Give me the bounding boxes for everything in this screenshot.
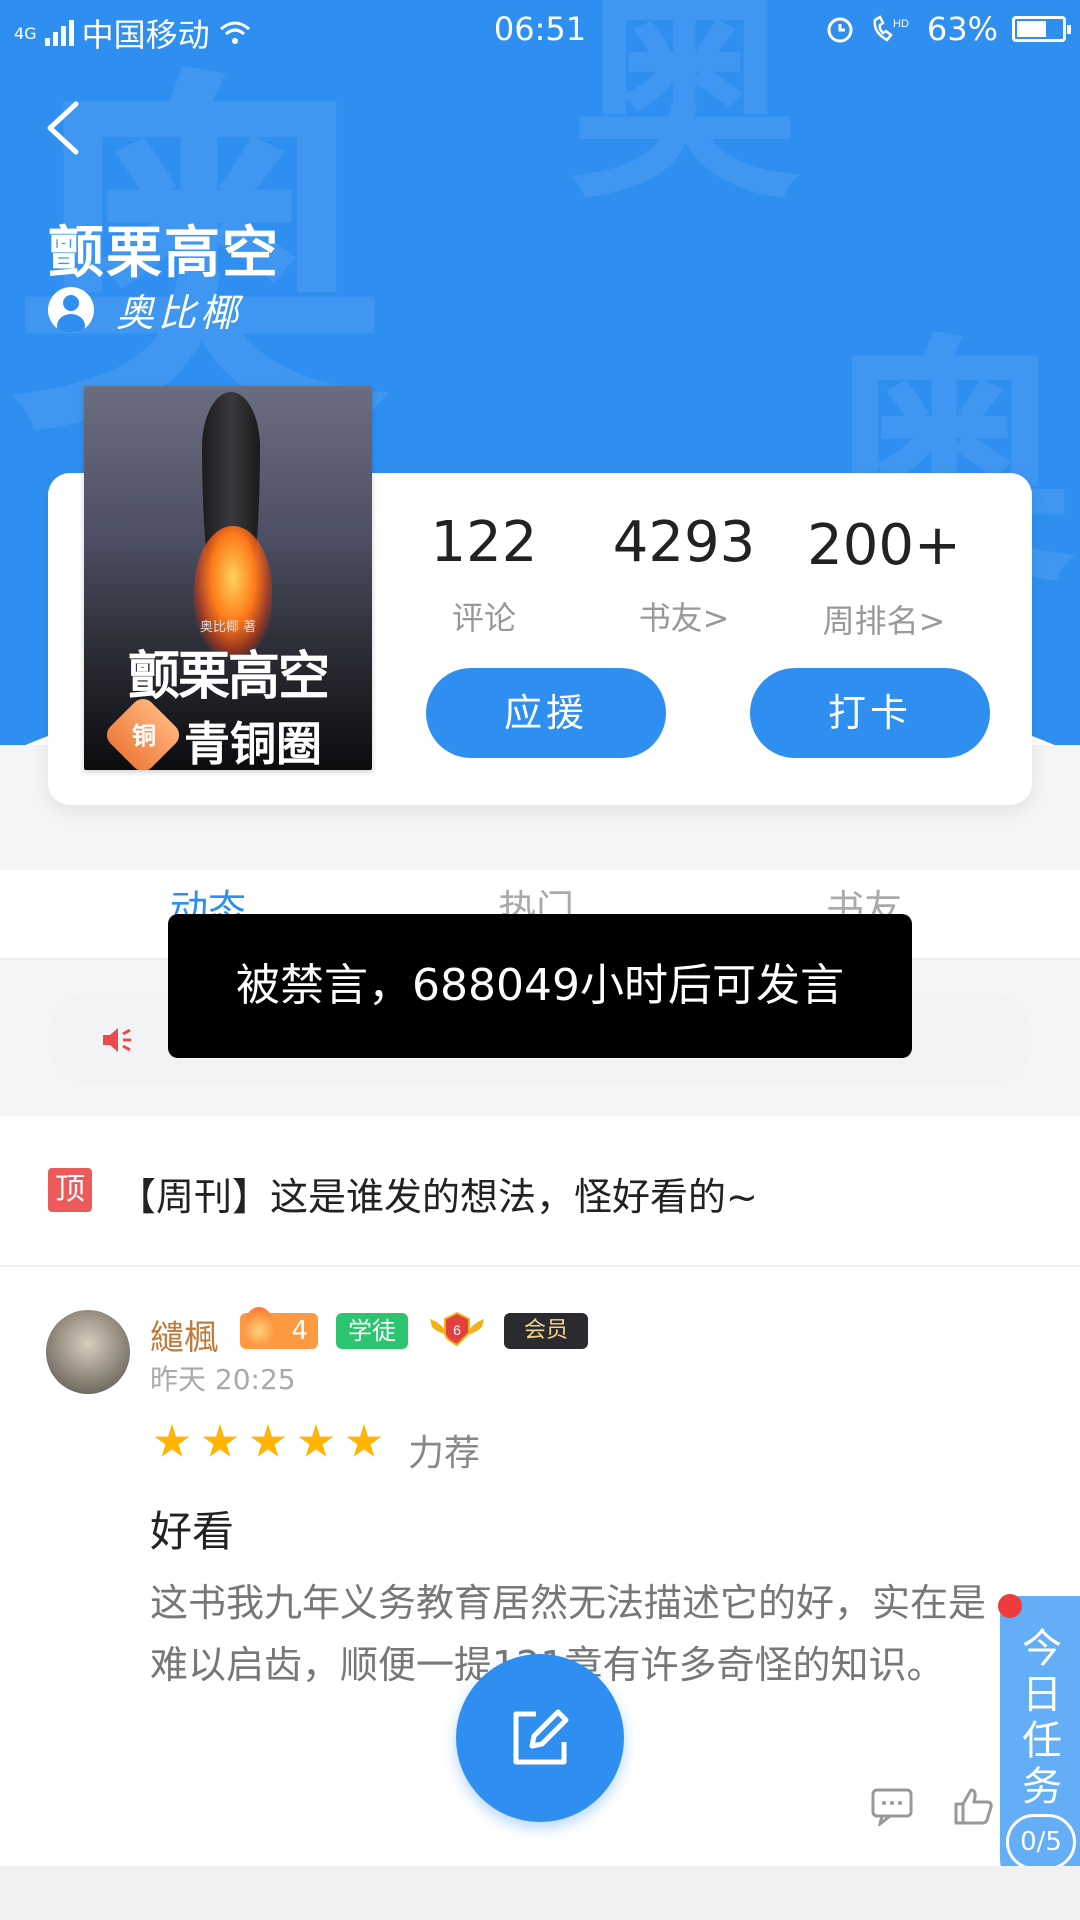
star-icon xyxy=(250,1424,286,1457)
battery-icon xyxy=(1012,16,1071,42)
like-icon[interactable] xyxy=(952,1786,996,1826)
bronze-badge-label: 铜 xyxy=(132,722,156,750)
comment-icon[interactable] xyxy=(870,1786,914,1826)
star-icon xyxy=(298,1424,334,1457)
cover-byline: 奥比椰 著 xyxy=(199,620,257,635)
toast-message: 被禁言，688049小时后可发言 xyxy=(168,914,912,1058)
book-title: 颤栗高空 xyxy=(48,221,280,286)
daily-task-label: 今日任务 xyxy=(1022,1626,1062,1810)
divider xyxy=(0,1265,1080,1267)
stat-comments[interactable]: 122 评论 xyxy=(384,515,584,639)
star-icon xyxy=(202,1424,238,1457)
stat-value: 200+ xyxy=(807,513,961,578)
fire-level-badge: 4 xyxy=(240,1307,318,1349)
battery-percent: 63% xyxy=(926,10,998,48)
checkin-button[interactable]: 打卡 xyxy=(750,668,990,758)
stat-label: 评论 xyxy=(451,599,516,637)
book-cover[interactable]: 奥比椰 著 颤栗高空 铜 青铜圈 xyxy=(84,386,372,770)
circle-label: 青铜圈 xyxy=(184,717,322,770)
rating-stars xyxy=(154,1424,382,1460)
author-avatar-icon xyxy=(48,286,94,333)
support-button[interactable]: 应援 xyxy=(426,668,666,758)
star-icon xyxy=(346,1424,382,1457)
hd-call-icon: HD xyxy=(873,15,909,42)
pinned-post-title[interactable]: 【周刊】这是谁发的想法，怪好看的~ xyxy=(118,1166,758,1221)
stat-label: 周排名> xyxy=(822,602,946,640)
role-badge: 学徒 xyxy=(336,1313,408,1349)
comment-username[interactable]: 繾楓 xyxy=(150,1310,218,1359)
bottom-spacer xyxy=(0,1866,1080,1920)
comment-title: 好看 xyxy=(150,1507,235,1556)
svg-text:HD: HD xyxy=(893,18,909,30)
rank-level: 6 xyxy=(453,1322,461,1338)
comment-time: 昨天 20:25 xyxy=(150,1363,296,1396)
avatar[interactable] xyxy=(46,1310,130,1394)
stat-label: 书友> xyxy=(638,599,730,637)
back-arrow-icon[interactable] xyxy=(40,98,88,158)
rating-label: 力荐 xyxy=(408,1433,481,1474)
vip-badge: 会员 xyxy=(504,1313,588,1349)
stat-value: 122 xyxy=(430,510,538,575)
stat-value: 4293 xyxy=(612,510,756,575)
notification-dot xyxy=(998,1594,1022,1618)
stat-weekly-rank[interactable]: 200+ 周排名> xyxy=(784,518,984,642)
daily-task-progress: 0/5 xyxy=(1006,1814,1076,1870)
status-bar: 4G 中国移动 06:51 HD 63% xyxy=(0,0,1080,58)
stat-readers[interactable]: 4293 书友> xyxy=(584,515,784,639)
cover-title: 颤栗高空 xyxy=(127,646,330,707)
star-icon xyxy=(154,1424,190,1457)
author-row[interactable]: 奥比椰 xyxy=(48,282,242,337)
author-name: 奥比椰 xyxy=(116,291,243,335)
edit-icon xyxy=(513,1709,569,1765)
speaker-icon xyxy=(103,1028,131,1052)
rank-wings-icon: 6 xyxy=(430,1311,484,1347)
alarm-icon xyxy=(827,17,853,43)
pinned-tag: 顶 xyxy=(48,1168,92,1212)
compose-button[interactable] xyxy=(456,1654,624,1822)
